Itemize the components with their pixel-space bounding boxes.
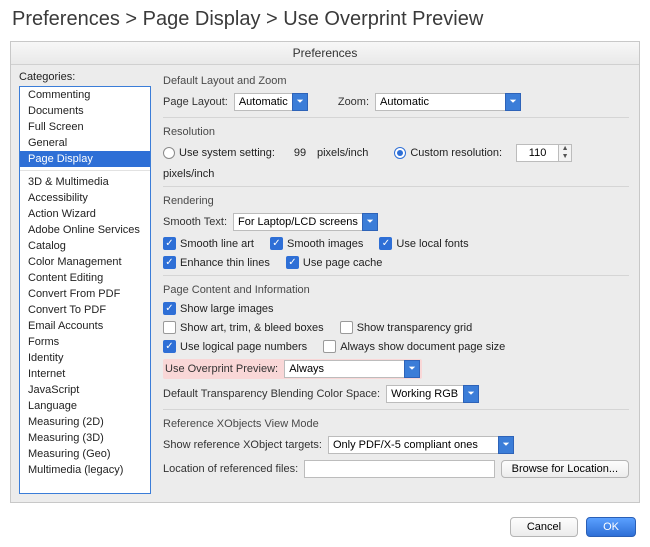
xobject-targets-select[interactable]: Only PDF/X-5 compliant ones xyxy=(328,436,514,454)
checkbox-use-page-cache[interactable]: Use page cache xyxy=(286,256,383,269)
sidebar-item-email-accounts[interactable]: Email Accounts xyxy=(20,318,150,334)
sidebar-item-general[interactable]: General xyxy=(20,135,150,151)
sidebar-item-multimedia-legacy-[interactable]: Multimedia (legacy) xyxy=(20,462,150,478)
sidebar-item-forms[interactable]: Forms xyxy=(20,334,150,350)
checkbox-show-bleed-boxes[interactable]: Show art, trim, & bleed boxes xyxy=(163,321,324,334)
sidebar-item-accessibility[interactable]: Accessibility xyxy=(20,190,150,206)
overprint-preview-label: Use Overprint Preview: xyxy=(165,363,278,375)
zoom-select[interactable]: Automatic xyxy=(375,93,521,111)
radio-system-setting[interactable]: Use system setting: xyxy=(163,147,275,159)
sidebar-item-measuring-2d-[interactable]: Measuring (2D) xyxy=(20,414,150,430)
chevron-down-icon xyxy=(404,360,420,378)
sidebar-item-color-management[interactable]: Color Management xyxy=(20,254,150,270)
categories-label: Categories: xyxy=(19,71,151,83)
window-title: Preferences xyxy=(11,42,639,65)
sidebar-item-content-editing[interactable]: Content Editing xyxy=(20,270,150,286)
chevron-down-icon xyxy=(463,385,479,403)
checkbox-show-transparency-grid[interactable]: Show transparency grid xyxy=(340,321,473,334)
checkbox-smooth-line-art[interactable]: Smooth line art xyxy=(163,237,254,250)
sidebar-item-adobe-online-services[interactable]: Adobe Online Services xyxy=(20,222,150,238)
referenced-files-input[interactable] xyxy=(304,460,494,478)
ok-button[interactable]: OK xyxy=(586,517,636,537)
chevron-down-icon xyxy=(362,213,378,231)
checkbox-show-large-images[interactable]: Show large images xyxy=(163,302,274,315)
checkbox-smooth-images[interactable]: Smooth images xyxy=(270,237,363,250)
sidebar-item-measuring-geo-[interactable]: Measuring (Geo) xyxy=(20,446,150,462)
pixels-inch-label: pixels/inch xyxy=(317,147,368,159)
smooth-text-select[interactable]: For Laptop/LCD screens xyxy=(233,213,378,231)
caret-down-icon[interactable]: ▼ xyxy=(559,153,571,161)
sidebar-item-convert-from-pdf[interactable]: Convert From PDF xyxy=(20,286,150,302)
preferences-window: Preferences Categories: CommentingDocume… xyxy=(10,41,640,503)
custom-resolution-stepper[interactable]: ▲▼ xyxy=(516,144,572,162)
section-page-content-title: Page Content and Information xyxy=(163,284,629,296)
zoom-label: Zoom: xyxy=(338,96,369,108)
blending-space-select[interactable]: Working RGB xyxy=(386,385,479,403)
sidebar-item-action-wizard[interactable]: Action Wizard xyxy=(20,206,150,222)
page-layout-label: Page Layout: xyxy=(163,96,228,108)
sidebar-item-3d-multimedia[interactable]: 3D & Multimedia xyxy=(20,174,150,190)
pixels-inch-label: pixels/inch xyxy=(163,168,214,180)
dialog-footer: Cancel OK xyxy=(0,509,650,547)
smooth-text-label: Smooth Text: xyxy=(163,216,227,228)
overprint-preview-select[interactable]: Always xyxy=(284,360,420,378)
checkbox-use-local-fonts[interactable]: Use local fonts xyxy=(379,237,468,250)
sidebar: Categories: CommentingDocumentsFull Scre… xyxy=(11,65,159,502)
chevron-down-icon xyxy=(505,93,521,111)
checkbox-logical-page-numbers[interactable]: Use logical page numbers xyxy=(163,340,307,353)
chevron-down-icon xyxy=(292,93,308,111)
radio-custom-resolution[interactable]: Custom resolution: xyxy=(394,147,502,159)
browse-location-button[interactable]: Browse for Location... xyxy=(501,460,629,478)
sidebar-item-internet[interactable]: Internet xyxy=(20,366,150,382)
sidebar-item-identity[interactable]: Identity xyxy=(20,350,150,366)
caret-up-icon[interactable]: ▲ xyxy=(559,145,571,153)
categories-list[interactable]: CommentingDocumentsFull ScreenGeneralPag… xyxy=(19,86,151,494)
sidebar-item-language[interactable]: Language xyxy=(20,398,150,414)
page-layout-select[interactable]: Automatic xyxy=(234,93,308,111)
system-resolution-value: 99 xyxy=(289,147,311,159)
cancel-button[interactable]: Cancel xyxy=(510,517,578,537)
checkbox-enhance-thin-lines[interactable]: Enhance thin lines xyxy=(163,256,270,269)
section-rendering-title: Rendering xyxy=(163,195,629,207)
sidebar-item-javascript[interactable]: JavaScript xyxy=(20,382,150,398)
overprint-preview-row: Use Overprint Preview: Always xyxy=(163,359,422,379)
breadcrumb: Preferences > Page Display > Use Overpri… xyxy=(0,0,650,41)
chevron-down-icon xyxy=(498,436,514,454)
sidebar-item-documents[interactable]: Documents xyxy=(20,103,150,119)
sidebar-item-convert-to-pdf[interactable]: Convert To PDF xyxy=(20,302,150,318)
main-panel: Default Layout and Zoom Page Layout: Aut… xyxy=(159,65,639,502)
sidebar-item-measuring-3d-[interactable]: Measuring (3D) xyxy=(20,430,150,446)
sidebar-item-catalog[interactable]: Catalog xyxy=(20,238,150,254)
sidebar-item-commenting[interactable]: Commenting xyxy=(20,87,150,103)
blending-space-label: Default Transparency Blending Color Spac… xyxy=(163,388,380,400)
sidebar-item-full-screen[interactable]: Full Screen xyxy=(20,119,150,135)
section-resolution-title: Resolution xyxy=(163,126,629,138)
checkbox-show-doc-page-size[interactable]: Always show document page size xyxy=(323,340,505,353)
section-layout-title: Default Layout and Zoom xyxy=(163,75,629,87)
xobject-targets-label: Show reference XObject targets: xyxy=(163,439,322,451)
section-xobjects-title: Reference XObjects View Mode xyxy=(163,418,629,430)
sidebar-item-page-display[interactable]: Page Display xyxy=(20,151,150,167)
referenced-files-label: Location of referenced files: xyxy=(163,463,298,475)
